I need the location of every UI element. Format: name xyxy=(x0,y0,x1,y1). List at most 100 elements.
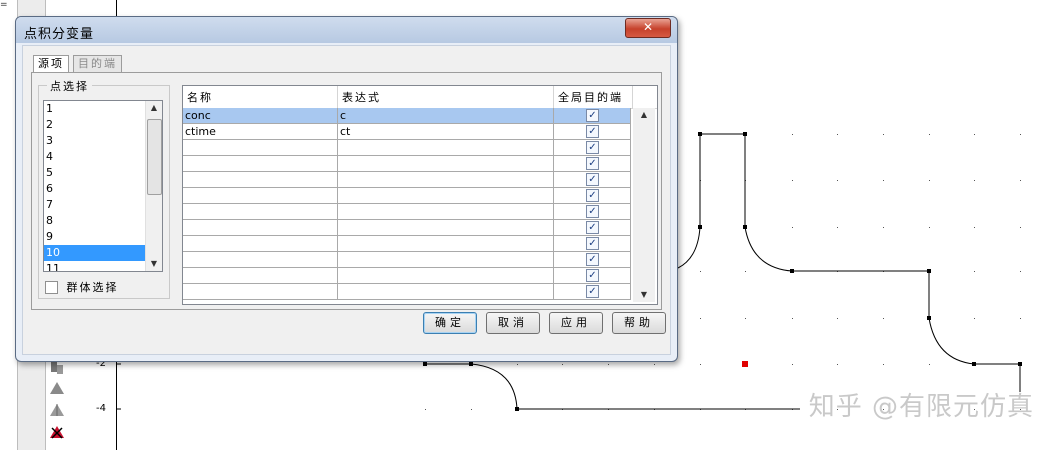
cell-expression[interactable] xyxy=(338,172,554,187)
table-row[interactable]: ✓ xyxy=(183,204,631,220)
apply-button[interactable]: 应用 xyxy=(549,312,603,334)
ok-button[interactable]: 确定 xyxy=(423,312,477,334)
cell-name[interactable] xyxy=(183,236,338,251)
cell-name[interactable] xyxy=(183,284,338,299)
column-header-name[interactable]: 名称 xyxy=(183,86,338,108)
check-icon[interactable]: ✓ xyxy=(586,173,599,186)
cell-name[interactable] xyxy=(183,268,338,283)
dialog-body: 源项 目的端 点选择 1 2 3 4 5 6 7 8 9 10 11 ▲ ▼ 群体选择 xyxy=(22,45,671,355)
point-list-item[interactable]: 11 xyxy=(44,261,148,271)
scroll-down-icon[interactable]: ▼ xyxy=(146,257,162,271)
cell-expression[interactable] xyxy=(338,188,554,203)
cell-expression[interactable] xyxy=(338,252,554,267)
cell-global-destination: ✓ xyxy=(554,156,631,171)
triangle-split-icon[interactable] xyxy=(48,402,66,418)
help-button[interactable]: 帮助 xyxy=(612,312,666,334)
group-select-checkbox[interactable] xyxy=(45,280,58,294)
triangle-icon[interactable] xyxy=(48,380,66,396)
grid-dot xyxy=(974,318,975,319)
cell-expression[interactable]: ct xyxy=(338,124,554,139)
grid-dot xyxy=(929,134,930,135)
point-list-item[interactable]: 5 xyxy=(44,165,148,181)
check-icon[interactable]: ✓ xyxy=(586,205,599,218)
group-select-label: 群体选择 xyxy=(66,281,119,294)
check-icon[interactable]: ✓ xyxy=(586,237,599,250)
check-icon[interactable]: ✓ xyxy=(586,285,599,298)
cell-name[interactable] xyxy=(183,188,338,203)
check-icon[interactable]: ✓ xyxy=(586,189,599,202)
variables-grid[interactable]: 名称 表达式 全局目的端 conc c ✓ ctime ct ✓ ✓ ✓ ✓ ✓ ✓ ✓ ✓ ✓ ✓ ✓ ▲ … xyxy=(182,85,658,305)
check-icon[interactable]: ✓ xyxy=(586,141,599,154)
layers-icon[interactable] xyxy=(48,360,66,376)
table-row[interactable]: ✓ xyxy=(183,156,631,172)
grid-dot xyxy=(929,180,930,181)
point-listbox[interactable]: 1 2 3 4 5 6 7 8 9 10 11 ▲ ▼ xyxy=(43,100,163,272)
point-list-item[interactable]: 3 xyxy=(44,133,148,149)
point-list-item[interactable]: 4 xyxy=(44,149,148,165)
cell-global-destination: ✓ xyxy=(554,252,631,267)
cell-expression[interactable]: c xyxy=(338,108,554,123)
table-row[interactable]: ✓ xyxy=(183,140,631,156)
grid-scrollbar[interactable]: ▲ ▼ xyxy=(633,108,655,302)
cell-name[interactable] xyxy=(183,156,338,171)
check-icon[interactable]: ✓ xyxy=(586,157,599,170)
check-icon[interactable]: ✓ xyxy=(586,269,599,282)
table-row[interactable]: ✓ xyxy=(183,252,631,268)
cell-name[interactable] xyxy=(183,140,338,155)
cell-name[interactable] xyxy=(183,204,338,219)
grid-dot xyxy=(608,364,609,365)
title-bar[interactable]: 点积分变量 ✕ xyxy=(16,17,677,43)
table-row[interactable]: ✓ xyxy=(183,188,631,204)
check-icon[interactable]: ✓ xyxy=(586,221,599,234)
cell-name[interactable]: conc xyxy=(183,108,338,123)
point-list-item[interactable]: 7 xyxy=(44,197,148,213)
cell-name[interactable]: ctime xyxy=(183,124,338,139)
table-row[interactable]: ✓ xyxy=(183,268,631,284)
grid-dot xyxy=(792,134,793,135)
cell-expression[interactable] xyxy=(338,268,554,283)
cell-expression[interactable] xyxy=(338,236,554,251)
cell-name[interactable] xyxy=(183,172,338,187)
selected-point-marker[interactable] xyxy=(742,361,748,367)
point-list-item[interactable]: 9 xyxy=(44,229,148,245)
cancel-button[interactable]: 取消 xyxy=(486,312,540,334)
cell-expression[interactable] xyxy=(338,156,554,171)
table-row[interactable]: ✓ xyxy=(183,172,631,188)
table-row[interactable]: ctime ct ✓ xyxy=(183,124,631,140)
cell-expression[interactable] xyxy=(338,204,554,219)
scroll-up-icon[interactable]: ▲ xyxy=(146,101,162,115)
point-list-item[interactable]: 8 xyxy=(44,213,148,229)
close-button[interactable]: ✕ xyxy=(625,18,671,38)
check-icon[interactable]: ✓ xyxy=(586,125,599,138)
cell-global-destination: ✓ xyxy=(554,140,631,155)
point-list-item[interactable]: 10 xyxy=(44,245,148,261)
cell-expression[interactable] xyxy=(338,140,554,155)
cell-name[interactable] xyxy=(183,220,338,235)
table-row[interactable]: conc c ✓ xyxy=(183,108,631,124)
tab-panel: 点选择 1234567891011 ▲ ▼ 群体选择 名称 xyxy=(31,72,662,310)
grid-dot xyxy=(883,134,884,135)
scroll-down-icon[interactable]: ▼ xyxy=(636,288,652,302)
point-list-item[interactable]: 6 xyxy=(44,181,148,197)
cell-expression[interactable] xyxy=(338,284,554,299)
group-select-row[interactable]: 群体选择 xyxy=(45,279,119,295)
delete-mesh-icon[interactable] xyxy=(48,424,66,440)
grid-dot xyxy=(974,227,975,228)
cell-global-destination: ✓ xyxy=(554,108,631,123)
table-row[interactable]: ✓ xyxy=(183,284,631,300)
listbox-scrollbar[interactable]: ▲ ▼ xyxy=(145,101,162,271)
scroll-thumb[interactable] xyxy=(147,119,162,195)
check-icon[interactable]: ✓ xyxy=(586,253,599,266)
point-list-item[interactable]: 1 xyxy=(44,101,148,117)
scroll-up-icon[interactable]: ▲ xyxy=(636,108,652,122)
check-icon[interactable]: ✓ xyxy=(586,109,599,122)
tab-destination[interactable]: 目的端 xyxy=(73,55,122,72)
cell-name[interactable] xyxy=(183,252,338,267)
point-list-item[interactable]: 2 xyxy=(44,117,148,133)
column-header-expression[interactable]: 表达式 xyxy=(338,86,554,108)
table-row[interactable]: ✓ xyxy=(183,236,631,252)
cell-expression[interactable] xyxy=(338,220,554,235)
tab-source[interactable]: 源项 xyxy=(33,55,69,72)
column-header-global-destination[interactable]: 全局目的端 xyxy=(554,86,633,108)
table-row[interactable]: ✓ xyxy=(183,220,631,236)
